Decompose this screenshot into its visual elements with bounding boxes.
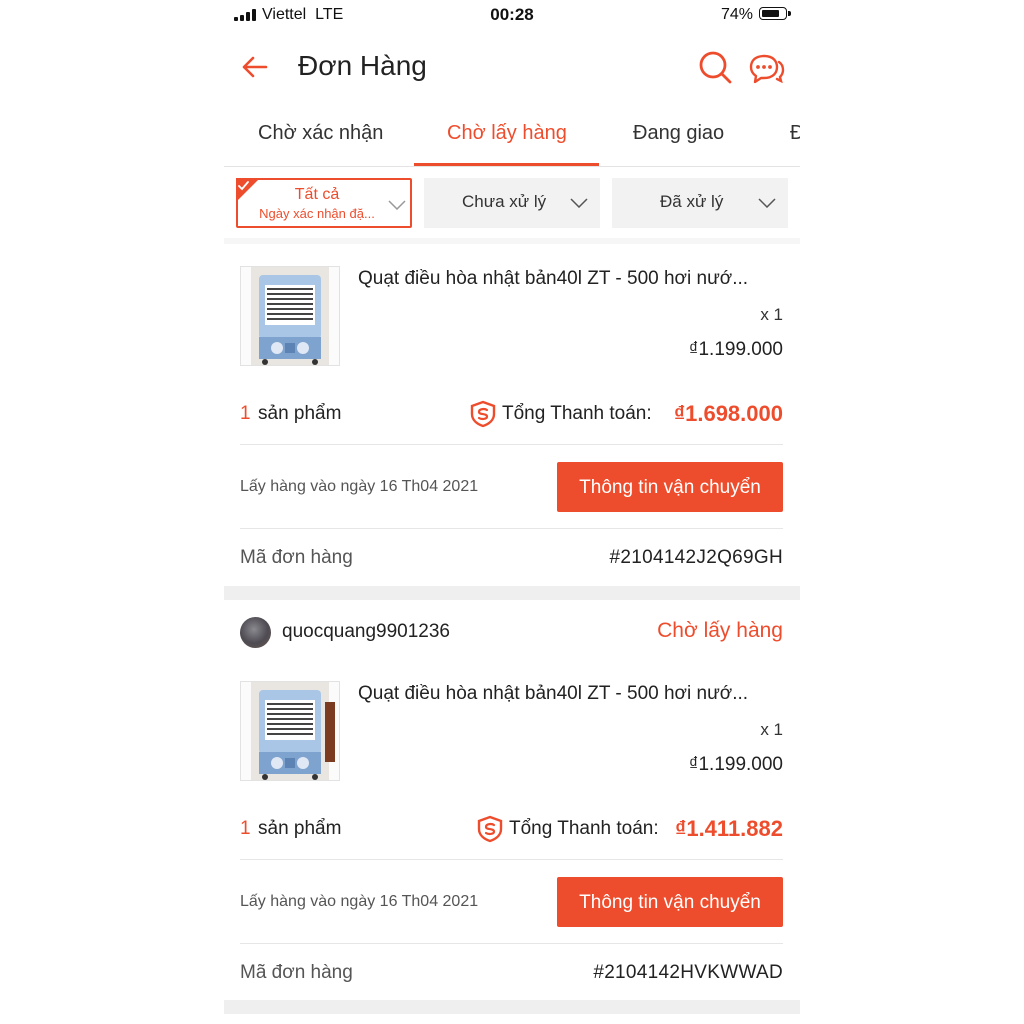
order-id-value[interactable]: #2104142HVKWWAD [593, 962, 783, 984]
tab-next-partial[interactable]: Đ [790, 122, 800, 145]
divider [240, 528, 783, 529]
tab-cho-lay-hang[interactable]: Chờ lấy hàng [447, 122, 567, 145]
chevron-down-icon [570, 198, 588, 208]
total-payment-value: ₫1.698.000 [673, 401, 783, 426]
filter-unprocessed-dropdown[interactable]: Chưa xử lý [424, 178, 600, 228]
filter-processed-dropdown[interactable]: Đã xử lý [612, 178, 788, 228]
product-quantity: x 1 [760, 305, 783, 324]
air-cooler-image [241, 682, 339, 780]
chevron-down-icon [388, 200, 406, 210]
order-card[interactable]: Quạt điều hòa nhật bản40l ZT - 500 hơi n… [224, 244, 800, 586]
filter-all-dropdown[interactable]: Tất cả Ngày xác nhận đặ... [236, 178, 412, 228]
chat-bubbles-icon [749, 54, 785, 84]
item-count-label: sản phẩm [258, 403, 342, 424]
back-button[interactable] [240, 52, 270, 82]
order-id-value[interactable]: #2104142J2Q69GH [609, 547, 783, 569]
chevron-down-icon [758, 198, 776, 208]
shop-avatar[interactable] [240, 617, 271, 648]
product-thumbnail[interactable] [240, 681, 340, 781]
battery-percent: 74% [721, 6, 754, 23]
tab-dang-giao[interactable]: Đang giao [633, 122, 724, 145]
divider [240, 444, 783, 445]
filter-unprocessed-label: Chưa xử lý [462, 192, 547, 211]
order-card[interactable]: quocquang9901236 Chờ lấy hàng Quạt điều … [224, 600, 800, 1000]
product-quantity: x 1 [760, 720, 783, 739]
filter-all-label: Tất cả [294, 186, 340, 203]
status-time: 00:28 [490, 5, 534, 24]
pickup-date: Lấy hàng vào ngày 16 Th04 2021 [240, 893, 479, 910]
order-id-label: Mã đơn hàng [240, 962, 353, 983]
page-title: Đơn Hàng [298, 50, 427, 81]
total-payment-label: Tổng Thanh toán: [509, 818, 659, 839]
shipping-info-button[interactable]: Thông tin vận chuyển [557, 877, 783, 927]
order-separator [224, 1000, 800, 1014]
arrow-left-icon [242, 56, 268, 78]
order-id-label: Mã đơn hàng [240, 547, 353, 568]
product-title[interactable]: Quạt điều hòa nhật bản40l ZT - 500 hơi n… [358, 683, 788, 705]
tabs-divider [224, 166, 800, 167]
product-thumbnail[interactable] [240, 266, 340, 366]
search-icon [699, 51, 732, 84]
filter-processed-label: Đã xử lý [660, 192, 724, 211]
total-payment-label: Tổng Thanh toán: [502, 403, 652, 424]
shopee-guarantee-shield-icon [477, 815, 503, 843]
pickup-date: Lấy hàng vào ngày 16 Th04 2021 [240, 478, 479, 495]
order-separator [224, 586, 800, 600]
app-screen: Viettel LTE 00:28 74% Đơn Hàng Chờ xác n… [224, 0, 800, 1024]
shop-name[interactable]: quocquang9901236 [282, 621, 450, 643]
battery-icon [759, 7, 791, 20]
item-count: 1 [240, 818, 251, 839]
search-button[interactable] [698, 50, 734, 86]
divider [240, 943, 783, 944]
filter-all-sublabel: Ngày xác nhận đặ... [259, 206, 375, 221]
product-price: ₫1.199.000 [688, 754, 783, 775]
divider [240, 859, 783, 860]
air-cooler-image [241, 267, 339, 365]
product-title[interactable]: Quạt điều hòa nhật bản40l ZT - 500 hơi n… [358, 268, 788, 290]
chat-button[interactable] [748, 52, 786, 86]
shipping-info-button[interactable]: Thông tin vận chuyển [557, 462, 783, 512]
item-count-label: sản phẩm [258, 818, 342, 839]
tab-cho-xac-nhan[interactable]: Chờ xác nhận [258, 122, 383, 145]
product-price: ₫1.199.000 [688, 339, 783, 360]
shopee-guarantee-shield-icon [470, 400, 496, 428]
order-status: Chờ lấy hàng [657, 619, 783, 642]
total-payment-value: ₫1.411.882 [675, 816, 783, 841]
item-count: 1 [240, 403, 251, 424]
